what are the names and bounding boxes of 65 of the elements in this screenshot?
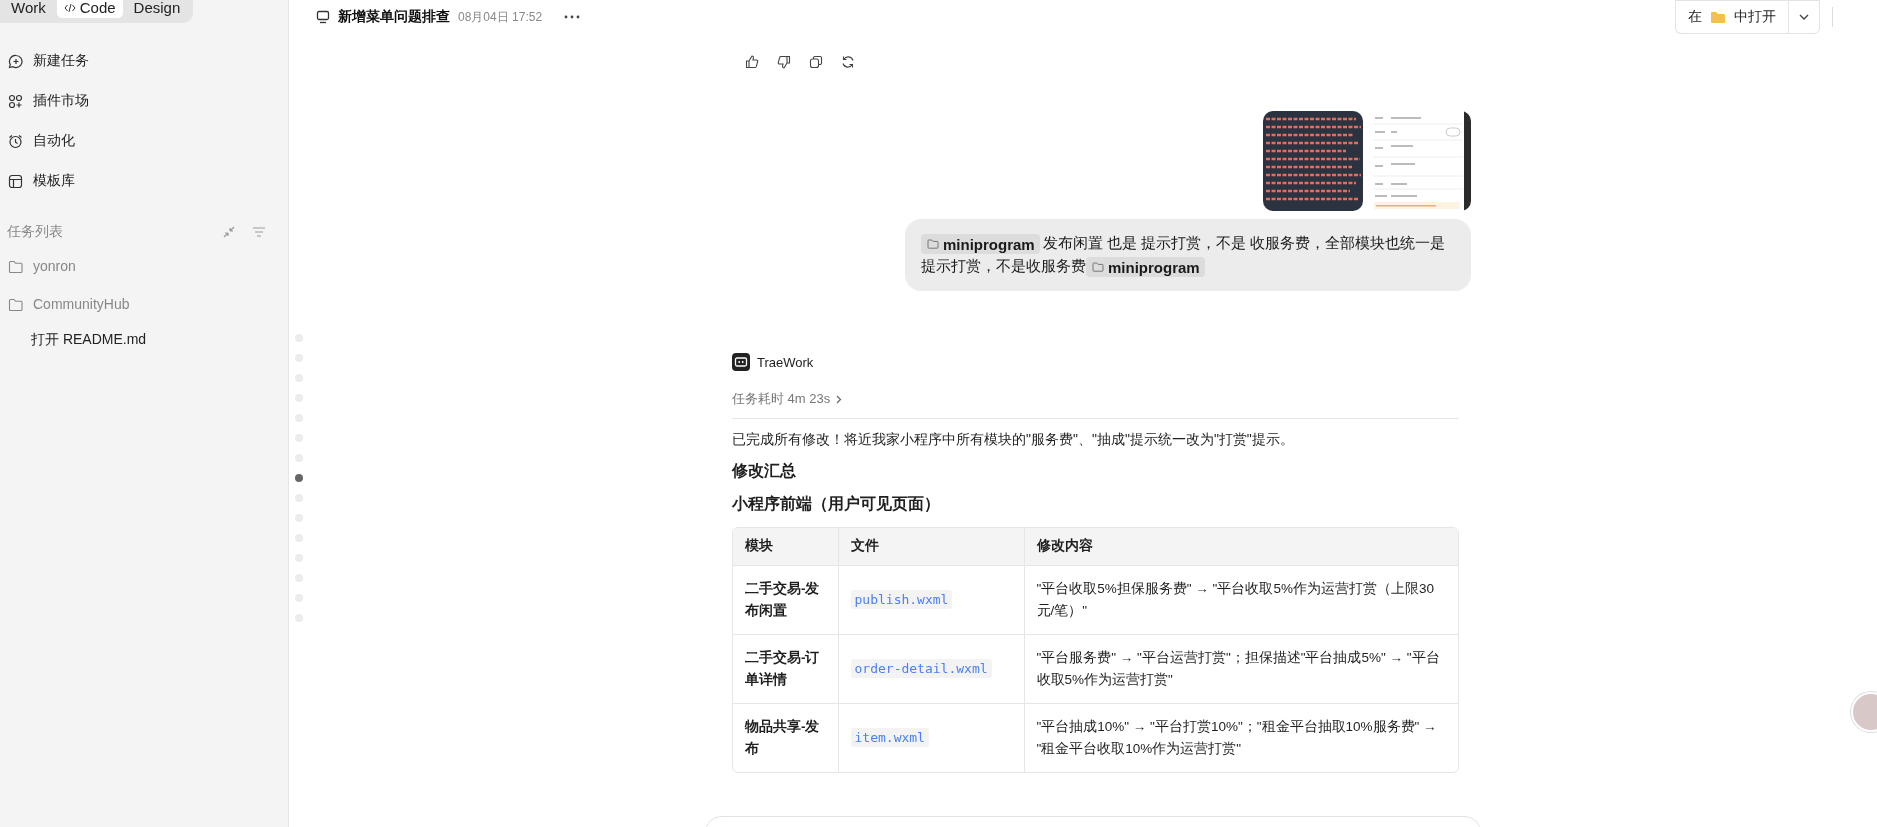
folder-tag-label: miniprogram [1108,257,1200,278]
folder-icon [1092,262,1104,273]
table-cell: 物品共享-发布 [733,703,838,773]
monitor-icon [316,10,330,24]
table-cell: 二手交易-发布闲置 [733,565,838,635]
message-text: miniprogram 发布闲置 也是 提示打赏，不是 收服务费，全部模块也统一是提示打赏，不是收服务费 miniprogram [921,231,1455,278]
open-in-button[interactable]: 在 中打开 [1675,0,1788,34]
section-heading: 修改汇总 [732,461,797,482]
sidebar-item-label: 模板库 [33,172,75,190]
sidebar-item-label: 插件市场 [33,92,89,110]
folder-tag[interactable]: miniprogram [1086,257,1205,278]
filter-icon[interactable] [252,226,266,238]
thumbs-down-icon[interactable] [777,55,791,69]
chat-plus-icon [8,53,23,69]
sidebar-item[interactable]: 新建任务 [0,41,288,81]
table-cell: "平台抽成10%" → "平台打赏10%"；"租金平台抽取10%服务费" → "租金平台收取10%作为运营打赏" [1024,703,1458,773]
file-name-code: publish.wxml [850,589,953,609]
more-icon[interactable] [564,15,581,19]
folder-tag-label: miniprogram [943,234,1035,255]
mode-tab[interactable]: Code [56,0,123,18]
mode-tab[interactable]: Design [126,0,188,18]
table-cell: "平台服务费" → "平台运营打赏"；担保描述"平台抽成5%" → "平台收取5%作为运营打赏" [1024,634,1458,704]
scroll-nav-dot[interactable] [295,474,303,482]
task-label: 打开 README.md [31,331,147,349]
sidebar-item[interactable]: 自动化 [0,121,288,161]
alarm-clock-icon [8,133,23,149]
copy-icon[interactable] [809,55,823,69]
file-name-code: item.wxml [850,727,929,747]
sidebar-item[interactable]: 插件市场 [0,81,288,121]
chevron-down-icon [1799,14,1809,20]
task-title: 新增菜单问题排查 [338,8,450,26]
mode-tab[interactable]: Work [4,0,53,18]
folder-tag[interactable]: miniprogram [921,234,1040,255]
plugins-icon [8,93,23,109]
table-cell: "平台收取5%担保服务费" → "平台收取5%作为运营打赏（上限30元/笔）" [1024,565,1458,635]
bot-logo-icon [732,353,750,372]
dropdown-button[interactable] [1788,0,1820,34]
sidebar-item-label: 新建任务 [33,52,89,70]
thumbs-up-icon[interactable] [745,55,759,69]
refresh-icon[interactable] [841,55,855,69]
sidebar-item-label: 自动化 [33,132,75,150]
code-screenshot-thumbnail[interactable] [1263,111,1363,211]
section-heading: 小程序前端（用户可见页面） [732,494,941,515]
column-header: 文件 [838,528,1024,566]
chevron-right-icon [836,394,843,404]
code-icon [63,3,76,13]
summary-text: 已完成所有修改！将近我家小程序中所有模块的"服务费"、"抽成"提示统一改为"打赏"提示。 [732,431,1295,450]
task-item[interactable]: 打开 README.md [0,323,288,357]
task-label: CommunityHub [33,296,130,312]
folder-icon [8,297,23,311]
layout-icon [8,173,23,189]
timestamp: 08月04日 17:52 [458,8,543,26]
file-name-code: order-detail.wxml [850,658,992,678]
sidebar-item[interactable]: 模板库 [0,161,288,201]
column-header: 模块 [733,528,838,566]
table-cell: 二手交易-订单详情 [733,634,838,704]
duration-link[interactable]: 任务耗时 4m 23s [729,390,843,409]
task-label: yonron [33,258,76,274]
folder-icon [1710,10,1726,24]
section-title: 任务列表 [7,223,63,241]
folder-icon [927,239,939,250]
column-header: 修改内容 [1024,528,1458,566]
folder-icon [8,259,23,273]
agent-name: TraeWork [757,354,814,370]
collapse-icon[interactable] [222,225,236,239]
